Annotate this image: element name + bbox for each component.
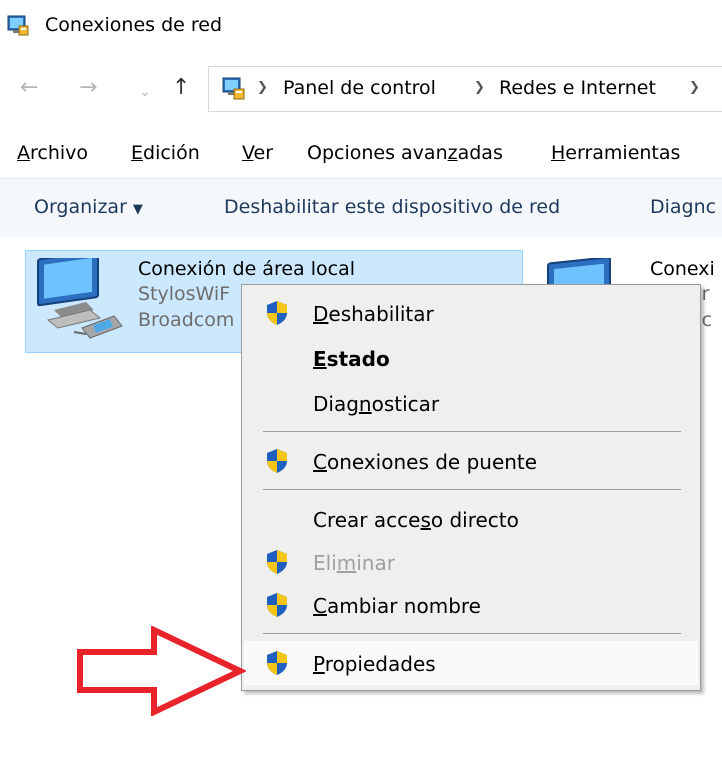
menu-item-diagnosticar[interactable]: Diagnosticar [244,381,698,425]
menu-label-rest: o directo [430,508,519,532]
menu-ver[interactable]: Ver [242,142,273,164]
arrow-left-icon: ← [20,75,39,100]
forward-button[interactable]: → [79,76,97,100]
recent-locations-button[interactable]: ⌄ [139,80,151,104]
menu-label-prefix: Crear acce [313,508,421,532]
organize-label: Organizar [34,196,127,218]
address-bar[interactable]: ❯ Panel de control ❯ Redes e Internet ❯ [208,66,722,112]
menu-label-rest: osticar [371,392,440,416]
connection-name[interactable]: Conexi [650,258,715,280]
menu-archivo[interactable]: Archivo [17,142,88,164]
menu-separator [263,633,681,634]
menu-label-rest: ropiedades [324,652,436,676]
uac-shield-icon [265,650,289,681]
menu-accelerator: D [313,302,329,326]
breadcrumb-control-panel[interactable]: Panel de control [283,77,436,99]
menu-accelerator: E [131,142,144,164]
chevron-down-icon: ⌄ [139,84,151,100]
menu-label-rest: stado [326,347,390,371]
menu-label-rest: rchivo [30,142,89,164]
uac-shield-icon [265,300,289,331]
uac-shield-icon [265,549,289,580]
menu-accelerator: n [358,392,372,416]
menu-item-deshabilitar[interactable]: Deshabilitar [244,291,698,335]
menu-accelerator: z [447,142,458,164]
breadcrumb-separator-icon: ❯ [689,80,700,95]
diagnose-button[interactable]: Diagnc [650,196,716,218]
menu-label-rest: er [253,142,274,164]
network-adapter-icon [34,250,126,351]
menu-herramientas[interactable]: Herramientas [551,142,680,164]
breadcrumb-networks-internet[interactable]: Redes e Internet [499,77,656,99]
control-panel-icon [220,76,246,107]
window-title: Conexiones de red [45,14,223,36]
arrow-up-icon: ↑ [172,75,191,100]
arrow-right-icon: → [79,75,98,100]
menu-opciones-avanzadas[interactable]: Opciones avanzadas [307,142,503,164]
uac-shield-icon [265,592,289,623]
menu-label-rest: dición [143,142,200,164]
menu-separator [263,489,681,490]
menu-label-rest: erramientas [565,142,681,164]
menu-accelerator: C [313,450,327,474]
uac-shield-icon [265,448,289,479]
menu-label-rest: inar [356,551,395,575]
menu-item-propiedades[interactable]: Propiedades [244,641,698,685]
connection-adapter: Broadcom [138,309,235,331]
title-bar: Conexiones de red [0,0,722,50]
menu-accelerator: m [336,551,357,575]
back-button[interactable]: ← [20,76,38,100]
menu-item-crear-acceso-directo[interactable]: Crear acceso directo [244,497,698,541]
menu-label-prefix: Opciones avan [307,142,448,164]
breadcrumb-separator-icon: ❯ [474,80,485,95]
menu-accelerator: V [242,142,254,164]
caret-down-icon: ▼ [132,202,143,217]
menu-bar: Archivo Edición Ver Opciones avanzadas H… [0,134,722,174]
menu-label-rest: ambiar nombre [326,594,481,618]
menu-item-cambiar-nombre[interactable]: Cambiar nombre [244,583,698,627]
menu-separator [263,431,681,432]
menu-label-rest: adas [457,142,503,164]
navigation-bar: ← → ⌄ ↑ ❯ Panel de control ❯ Redes e Int… [0,60,722,118]
menu-label-rest: onexiones de puente [326,450,538,474]
breadcrumb-separator-icon: ❯ [257,80,268,95]
menu-item-estado[interactable]: Estado [244,336,698,380]
menu-label-rest: eshabilitar [328,302,434,326]
menu-accelerator: H [551,142,566,164]
menu-accelerator: P [313,652,325,676]
menu-accelerator: A [17,142,30,164]
menu-item-eliminar: Eliminar [244,540,698,584]
menu-edicion[interactable]: Edición [131,142,200,164]
connection-network: StylosWiF [138,283,231,305]
network-connections-window: Conexiones de red ← → ⌄ ↑ ❯ Panel de con… [0,0,722,765]
command-bar: Organizar ▼ Deshabilitar este dispositivo… [0,178,722,238]
network-connections-app-icon [6,14,30,43]
menu-accelerator: E [313,347,327,371]
red-arrow-icon [76,625,247,721]
context-menu: Deshabilitar Estado Diagnosticar Conexio… [241,284,701,691]
menu-accelerator: C [313,594,327,618]
up-button[interactable]: ↑ [172,76,190,100]
menu-label-prefix: Eli [313,551,337,575]
menu-label-prefix: Diag [313,392,359,416]
menu-item-conexiones-de-puente[interactable]: Conexiones de puente [244,439,698,483]
connection-name: Conexión de área local [138,258,355,280]
menu-accelerator: s [420,508,431,532]
organize-button[interactable]: Organizar ▼ [34,196,143,218]
disable-device-button[interactable]: Deshabilitar este dispositivo de red [224,196,560,218]
